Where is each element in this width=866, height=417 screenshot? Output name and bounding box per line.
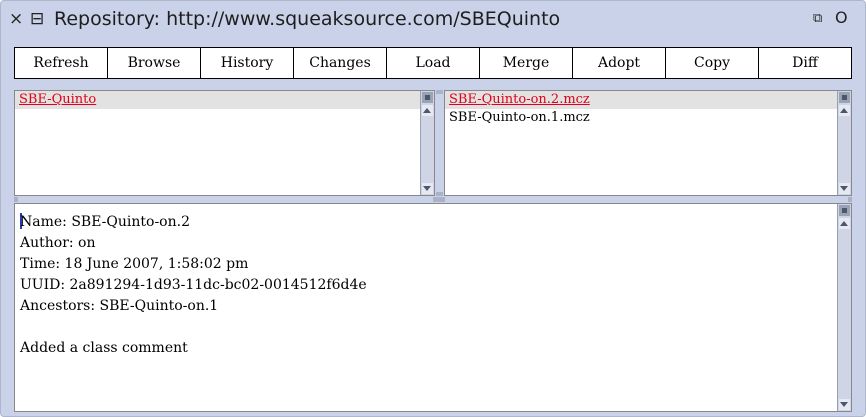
scroll-up-icon[interactable] <box>839 218 850 229</box>
package-scrollbar[interactable] <box>420 91 434 195</box>
close-icon[interactable]: × <box>9 9 23 29</box>
scroll-down-icon[interactable] <box>422 183 433 194</box>
load-button[interactable]: Load <box>387 48 479 78</box>
scroll-up-icon[interactable] <box>422 105 433 116</box>
info-scrollbar[interactable] <box>837 204 851 411</box>
info-blank-line <box>15 317 837 338</box>
copy-button[interactable]: Copy <box>666 48 758 78</box>
repository-window: × ⊟ Repository: http://www.squeaksource.… <box>0 0 866 417</box>
scroll-down-icon[interactable] <box>839 399 850 410</box>
info-name-line: Name: SBE-Quinto-on.2 <box>20 214 190 230</box>
version-info-text[interactable]: Name: SBE-Quinto-on.2 Author: on Time: 1… <box>14 203 852 412</box>
scroll-menu-icon[interactable] <box>422 92 433 103</box>
scroll-menu-icon[interactable] <box>839 205 850 216</box>
collapse-icon[interactable]: ⧉ <box>813 11 822 26</box>
pane-splitter-grip[interactable] <box>436 90 443 94</box>
button-bar: Refresh Browse History Changes Load Merg… <box>14 47 852 79</box>
changes-button[interactable]: Changes <box>294 48 386 78</box>
pane-splitter-grip[interactable] <box>436 192 443 196</box>
pane-splitter-grip[interactable] <box>14 197 18 202</box>
version-scrollbar[interactable] <box>837 91 851 195</box>
version-list[interactable]: SBE-Quinto-on.2.mcz SBE-Quinto-on.1.mcz <box>444 90 852 196</box>
expand-icon[interactable]: O <box>835 8 848 27</box>
history-button[interactable]: History <box>201 48 293 78</box>
info-author-line: Author: on <box>20 235 96 251</box>
info-time-line: Time: 18 June 2007, 1:58:02 pm <box>20 256 249 272</box>
scroll-down-icon[interactable] <box>839 183 850 194</box>
diff-button[interactable]: Diff <box>759 48 851 78</box>
window-menu-icon[interactable]: ⊟ <box>30 9 44 29</box>
info-ancestors-line: Ancestors: SBE-Quinto-on.1 <box>20 298 219 314</box>
scroll-up-icon[interactable] <box>839 105 850 116</box>
refresh-button[interactable]: Refresh <box>15 48 107 78</box>
info-uuid-line: UUID: 2a891294-1d93-11dc-bc02-0014512f6d… <box>20 277 367 293</box>
pane-splitter-grip[interactable] <box>433 197 445 202</box>
version-item[interactable]: SBE-Quinto-on.1.mcz <box>445 109 837 127</box>
adopt-button[interactable]: Adopt <box>573 48 665 78</box>
pane-splitter-grip[interactable] <box>848 197 852 202</box>
info-comment-line: Added a class comment <box>20 340 188 356</box>
version-item[interactable]: SBE-Quinto-on.2.mcz <box>445 91 837 109</box>
package-list[interactable]: SBE-Quinto <box>14 90 435 196</box>
title-bar[interactable]: × ⊟ Repository: http://www.squeaksource.… <box>1 1 865 39</box>
package-item[interactable]: SBE-Quinto <box>15 91 420 109</box>
merge-button[interactable]: Merge <box>480 48 572 78</box>
window-title: Repository: http://www.squeaksource.com/… <box>54 8 561 30</box>
browse-button[interactable]: Browse <box>108 48 200 78</box>
scroll-menu-icon[interactable] <box>839 92 850 103</box>
